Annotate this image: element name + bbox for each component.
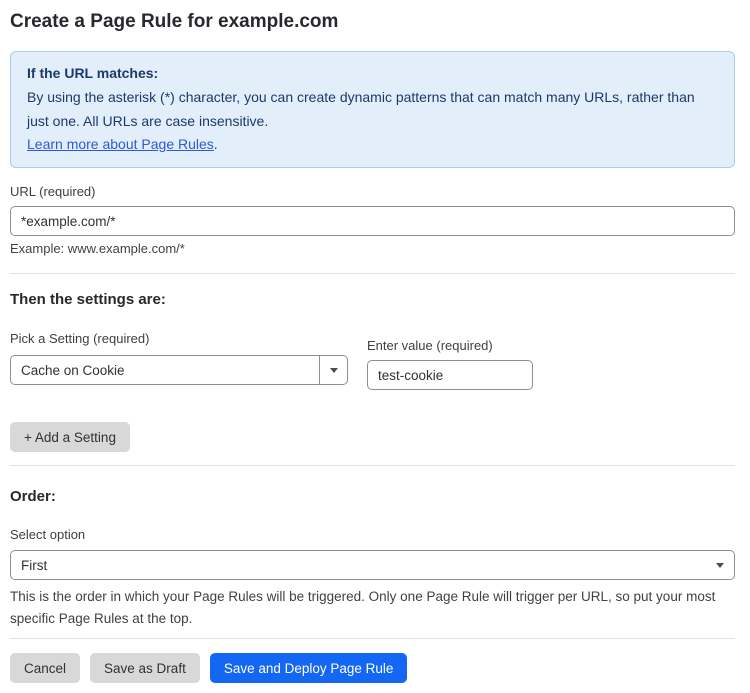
divider — [10, 638, 735, 639]
enter-value-column: Enter value (required) — [367, 338, 533, 390]
order-section-heading: Order: — [10, 488, 56, 505]
pick-setting-selected-value: Cache on Cookie — [21, 362, 125, 378]
chevron-down-icon — [706, 551, 734, 579]
setting-value-input[interactable] — [367, 360, 533, 390]
url-input[interactable] — [10, 206, 735, 236]
learn-more-link[interactable]: Learn more about Page Rules — [27, 136, 214, 152]
save-and-deploy-button[interactable]: Save and Deploy Page Rule — [209, 653, 408, 683]
setting-row: Pick a Setting (required) Cache on Cooki… — [10, 331, 735, 390]
caret-glyph — [716, 562, 724, 568]
info-link-line: Learn more about Page Rules. — [27, 133, 718, 155]
order-selected-value: First — [21, 557, 48, 573]
order-select[interactable]: First — [10, 550, 735, 580]
page-rule-form: Create a Page Rule for example.com If th… — [0, 0, 750, 693]
url-example-text: Example: www.example.com/* — [10, 241, 185, 256]
settings-section-heading: Then the settings are: — [10, 291, 166, 308]
pick-setting-select[interactable]: Cache on Cookie — [10, 355, 348, 385]
link-suffix: . — [213, 136, 218, 152]
footer-actions: Cancel Save as Draft Save and Deploy Pag… — [10, 653, 735, 683]
divider — [10, 465, 735, 466]
page-title: Create a Page Rule for example.com — [10, 11, 339, 32]
info-box-heading: If the URL matches: — [27, 65, 159, 81]
order-select-label: Select option — [10, 527, 86, 542]
enter-value-label: Enter value (required) — [367, 338, 493, 353]
caret-glyph — [329, 367, 338, 373]
save-as-draft-button[interactable]: Save as Draft — [90, 653, 200, 683]
cancel-button[interactable]: Cancel — [10, 653, 81, 683]
order-help-text: This is the order in which your Page Rul… — [10, 589, 716, 626]
divider — [10, 273, 735, 274]
pick-setting-column: Pick a Setting (required) Cache on Cooki… — [10, 331, 348, 385]
pick-setting-label: Pick a Setting (required) — [10, 331, 150, 346]
info-box-body: By using the asterisk (*) character, you… — [27, 89, 695, 129]
chevron-down-icon[interactable] — [319, 356, 347, 384]
url-match-info-box: If the URL matches: By using the asteris… — [10, 51, 735, 168]
add-setting-button[interactable]: + Add a Setting — [10, 422, 130, 452]
url-field-label: URL (required) — [10, 184, 96, 199]
